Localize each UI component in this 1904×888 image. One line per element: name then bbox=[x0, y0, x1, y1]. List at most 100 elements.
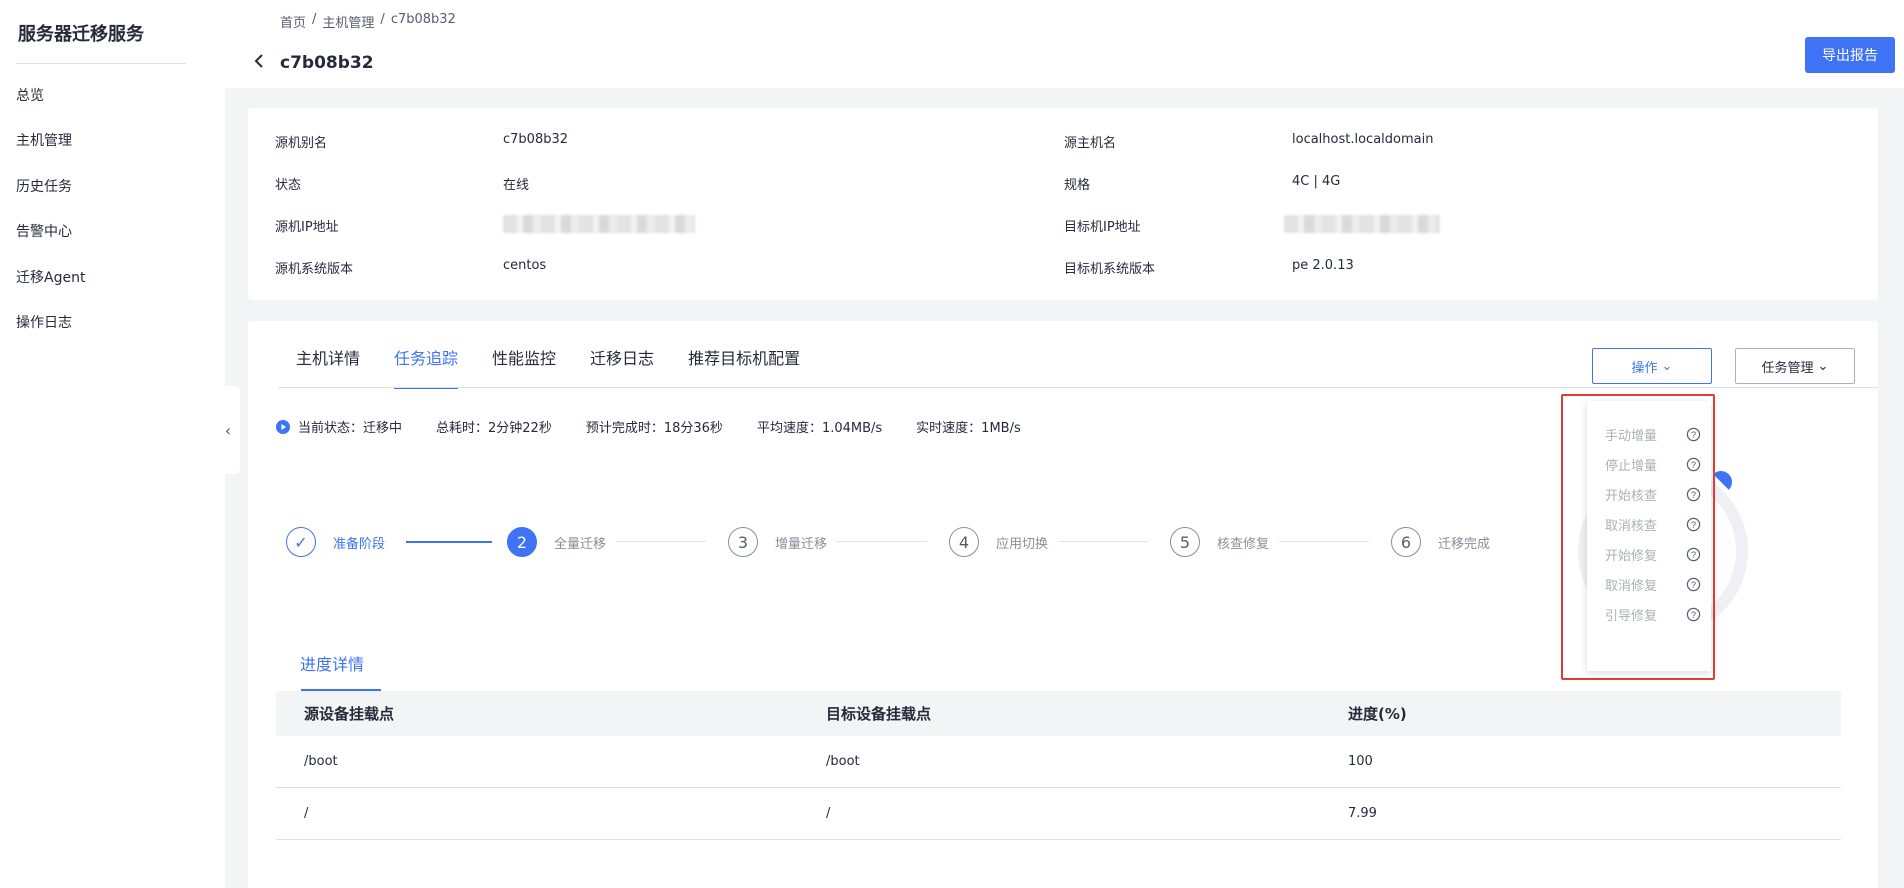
step-number: 6 bbox=[1391, 527, 1421, 557]
table-row: / / 7.99 bbox=[276, 788, 1841, 840]
cell-source-mount: / bbox=[304, 806, 309, 821]
menu-item-cancel-repair[interactable]: 取消修复 ? bbox=[1605, 575, 1701, 594]
tab-migration-log[interactable]: 迁移日志 bbox=[590, 345, 654, 389]
target-os-label: 目标机系统版本 bbox=[1064, 262, 1156, 277]
breadcrumb-separator: / bbox=[312, 12, 317, 27]
svg-text:?: ? bbox=[1691, 430, 1696, 440]
back-arrow-icon[interactable] bbox=[251, 52, 269, 70]
sidebar-item-agent[interactable]: 迁移Agent bbox=[16, 267, 85, 287]
page-header: 首页 / 主机管理 / c7b08b32 c7b08b32 导出报告 bbox=[225, 0, 1904, 88]
breadcrumb-hosts[interactable]: 主机管理 bbox=[322, 12, 374, 31]
sidebar-item-hosts[interactable]: 主机管理 bbox=[16, 130, 72, 150]
help-icon[interactable]: ? bbox=[1686, 457, 1701, 472]
column-header-source-mount: 源设备挂载点 bbox=[304, 705, 395, 723]
help-icon[interactable]: ? bbox=[1686, 517, 1701, 532]
table-header: 源设备挂载点 目标设备挂载点 进度(%) bbox=[276, 691, 1841, 736]
tabs-divider bbox=[278, 387, 1878, 388]
svg-text:?: ? bbox=[1691, 550, 1696, 560]
source-os-label: 源机系统版本 bbox=[275, 262, 354, 277]
step-label: 应用切换 bbox=[996, 536, 1049, 552]
step-app-switch: 4 应用切换 bbox=[949, 527, 1048, 557]
target-os-value: pe 2.0.13 bbox=[1292, 258, 1354, 273]
svg-text:?: ? bbox=[1691, 610, 1696, 620]
source-os-value: centos bbox=[503, 258, 547, 273]
source-alias-label: 源机别名 bbox=[275, 136, 328, 151]
sidebar-item-alerts[interactable]: 告警中心 bbox=[16, 221, 72, 241]
menu-item-manual-incremental[interactable]: 手动增量 ? bbox=[1605, 425, 1701, 444]
migration-status-row: 当前状态：迁移中 总耗时：2分钟22秒 预计完成时：18分36秒 平均速度：1.… bbox=[276, 417, 1055, 436]
breadcrumb-home[interactable]: 首页 bbox=[280, 12, 306, 31]
step-label: 核查修复 bbox=[1217, 536, 1270, 552]
menu-item-label: 开始核查 bbox=[1605, 489, 1658, 504]
task-tracking-card: 主机详情 任务追踪 性能监控 迁移日志 推荐目标机配置 操作 ⌄ 任务管理 ⌄ … bbox=[248, 321, 1878, 888]
help-icon[interactable]: ? bbox=[1686, 427, 1701, 442]
chevron-down-icon: ⌄ bbox=[1661, 358, 1673, 374]
cell-target-mount: / bbox=[826, 806, 831, 821]
cell-source-mount: /boot bbox=[304, 754, 338, 769]
step-label: 准备阶段 bbox=[333, 536, 386, 552]
menu-item-cancel-verify[interactable]: 取消核查 ? bbox=[1605, 515, 1701, 534]
step-label: 迁移完成 bbox=[1438, 536, 1491, 552]
help-icon[interactable]: ? bbox=[1686, 577, 1701, 592]
sidebar-item-overview[interactable]: 总览 bbox=[16, 85, 44, 105]
tab-performance[interactable]: 性能监控 bbox=[492, 345, 556, 389]
sidebar-divider bbox=[16, 63, 186, 64]
source-host-label: 源主机名 bbox=[1064, 136, 1117, 151]
source-ip-redacted bbox=[503, 215, 695, 233]
tab-host-details[interactable]: 主机详情 bbox=[296, 345, 360, 389]
step-incremental-migration: 3 增量迁移 bbox=[728, 527, 827, 557]
status-label: 状态 bbox=[275, 178, 302, 193]
step-connector bbox=[1279, 541, 1369, 542]
menu-item-label: 开始修复 bbox=[1605, 549, 1658, 564]
menu-item-guided-repair[interactable]: 引导修复 ? bbox=[1605, 605, 1701, 624]
chevron-left-icon: ‹ bbox=[224, 420, 232, 440]
help-icon[interactable]: ? bbox=[1686, 607, 1701, 622]
export-report-button[interactable]: 导出报告 bbox=[1805, 37, 1895, 73]
step-verify-repair: 5 核查修复 bbox=[1170, 527, 1269, 557]
help-icon[interactable]: ? bbox=[1686, 547, 1701, 562]
task-management-dropdown-button[interactable]: 任务管理 ⌄ bbox=[1735, 348, 1855, 384]
page-title: c7b08b32 bbox=[280, 53, 374, 73]
step-number: 3 bbox=[728, 527, 758, 557]
operation-dropdown-menu: 手动增量 ? 停止增量 ? 开始核查 ? 取消核查 ? 开始修复 ? 取消修复 … bbox=[1587, 401, 1711, 671]
step-number: 4 bbox=[949, 527, 979, 557]
column-header-target-mount: 目标设备挂载点 bbox=[826, 705, 932, 723]
spec-value: 4C | 4G bbox=[1292, 174, 1341, 189]
menu-item-label: 停止增量 bbox=[1605, 459, 1658, 474]
step-number: 5 bbox=[1170, 527, 1200, 557]
step-connector bbox=[616, 541, 706, 542]
menu-item-label: 手动增量 bbox=[1605, 429, 1658, 444]
sidebar-item-logs[interactable]: 操作日志 bbox=[16, 312, 72, 332]
tab-recommended-config[interactable]: 推荐目标机配置 bbox=[688, 345, 800, 389]
progress-table: 源设备挂载点 目标设备挂载点 进度(%) /boot /boot 100 / /… bbox=[276, 691, 1841, 840]
cell-progress: 7.99 bbox=[1348, 806, 1377, 821]
operation-dropdown-button[interactable]: 操作 ⌄ bbox=[1592, 348, 1712, 384]
tab-task-tracking[interactable]: 任务追踪 bbox=[394, 345, 459, 389]
step-connector-done bbox=[406, 541, 492, 543]
target-ip-redacted bbox=[1284, 215, 1440, 233]
menu-item-label: 引导修复 bbox=[1605, 609, 1658, 624]
target-ip-label: 目标机IP地址 bbox=[1064, 220, 1141, 235]
sidebar-item-history[interactable]: 历史任务 bbox=[16, 176, 72, 196]
realtime-speed: 实时速度：1MB/s bbox=[916, 421, 1021, 436]
step-label: 增量迁移 bbox=[775, 536, 828, 552]
sidebar-collapse-toggle[interactable]: ‹ bbox=[216, 386, 240, 474]
help-icon[interactable]: ? bbox=[1686, 487, 1701, 502]
menu-item-start-repair[interactable]: 开始修复 ? bbox=[1605, 545, 1701, 564]
spec-label: 规格 bbox=[1064, 178, 1091, 193]
step-full-migration: 2 全量迁移 bbox=[507, 527, 606, 557]
host-info-card: 源机别名 c7b08b32 状态 在线 源机IP地址 源机系统版本 centos… bbox=[248, 108, 1878, 300]
running-status-icon bbox=[276, 419, 290, 434]
step-connector bbox=[1058, 541, 1148, 542]
source-alias-value: c7b08b32 bbox=[503, 132, 569, 147]
menu-item-stop-incremental[interactable]: 停止增量 ? bbox=[1605, 455, 1701, 474]
operation-label: 操作 bbox=[1631, 360, 1658, 376]
step-complete: 6 迁移完成 bbox=[1391, 527, 1490, 557]
menu-item-label: 取消修复 bbox=[1605, 579, 1658, 594]
source-ip-label: 源机IP地址 bbox=[275, 220, 339, 235]
status-value: 在线 bbox=[503, 178, 530, 193]
breadcrumb-current: c7b08b32 bbox=[390, 12, 456, 27]
source-host-value: localhost.localdomain bbox=[1292, 132, 1434, 147]
menu-item-start-verify[interactable]: 开始核查 ? bbox=[1605, 485, 1701, 504]
tab-progress-details[interactable]: 进度详情 bbox=[300, 651, 364, 675]
